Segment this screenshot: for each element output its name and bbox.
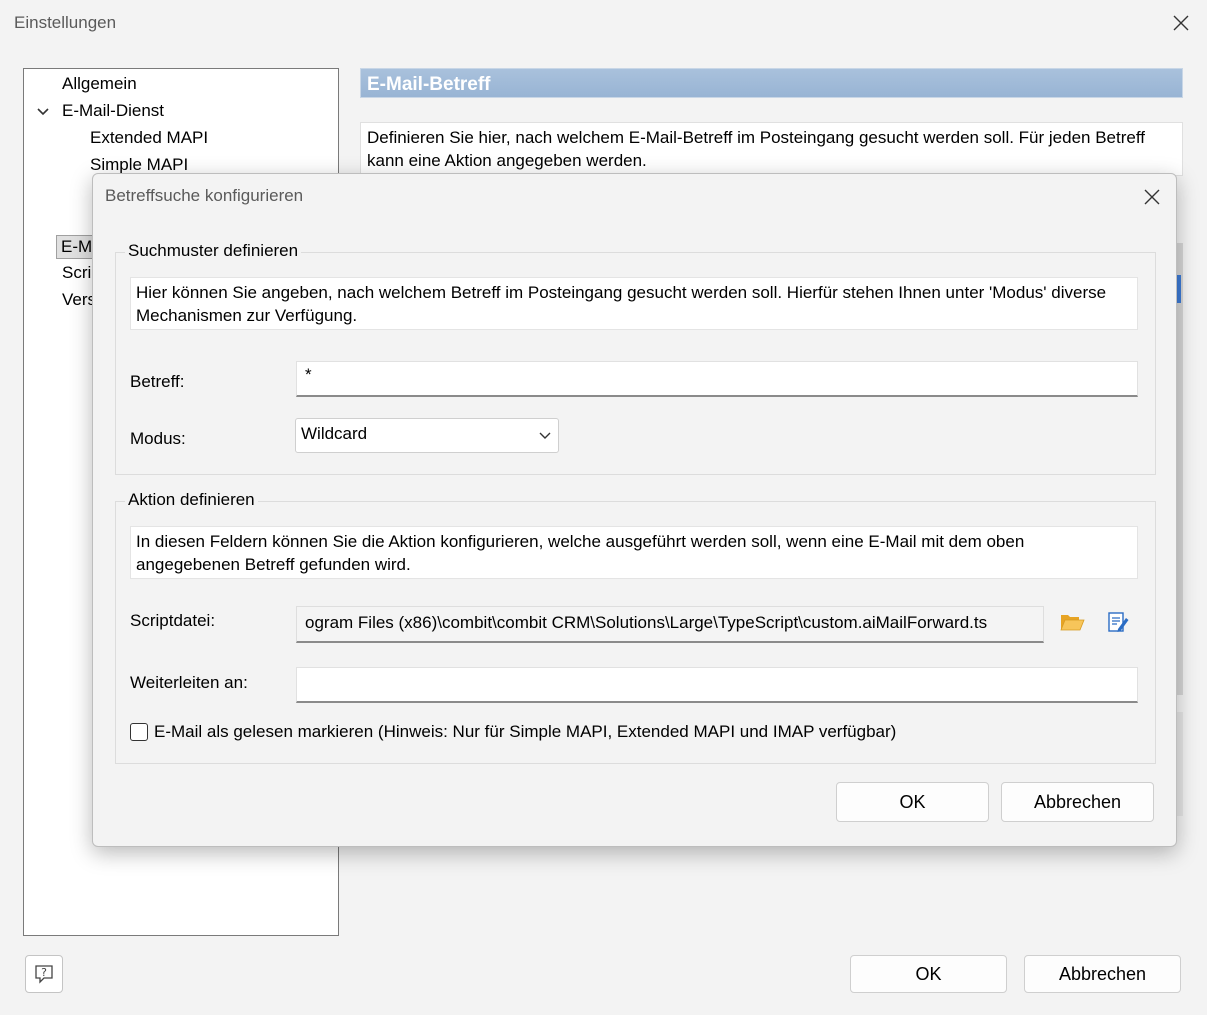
section-header-text: E-Mail-Betreff bbox=[367, 74, 491, 95]
chevron-down-icon bbox=[539, 432, 551, 439]
action-group: Aktion definieren In diesen Feldern könn… bbox=[115, 490, 1156, 764]
section-header: E-Mail-Betreff bbox=[360, 68, 1183, 98]
browse-folder-button[interactable] bbox=[1058, 608, 1086, 636]
script-file-label: Scriptdatei: bbox=[130, 611, 216, 630]
mode-select[interactable]: Wildcard bbox=[295, 418, 559, 453]
script-file-input[interactable]: ogram Files (x86)\combit\combit CRM\Solu… bbox=[296, 606, 1044, 643]
tree-item-version[interactable]: Vers bbox=[62, 289, 96, 311]
edit-script-button[interactable] bbox=[1104, 608, 1132, 636]
dialog-cancel-button[interactable]: Abbrechen bbox=[1001, 782, 1154, 822]
subject-label: Betreff: bbox=[130, 372, 185, 391]
background-panel-edge bbox=[1176, 243, 1183, 695]
tree-item-extended-mapi[interactable]: Extended MAPI bbox=[90, 127, 208, 149]
search-pattern-info: Hier können Sie angeben, nach welchem Be… bbox=[130, 277, 1138, 330]
help-icon: ? bbox=[35, 965, 53, 984]
search-pattern-group-title: Suchmuster definieren bbox=[125, 241, 302, 261]
tree-item-script[interactable]: Scri bbox=[62, 262, 91, 284]
section-description: Definieren Sie hier, nach welchem E-Mail… bbox=[360, 122, 1183, 176]
background-panel-edge-lower bbox=[1176, 712, 1183, 816]
script-file-value: ogram Files (x86)\combit\combit CRM\Solu… bbox=[305, 613, 988, 632]
mode-select-value: Wildcard bbox=[301, 424, 368, 443]
edit-script-icon bbox=[1108, 612, 1129, 632]
close-icon[interactable] bbox=[1161, 3, 1201, 43]
subject-search-dialog: Betreffsuche konfigurieren Suchmuster de… bbox=[92, 173, 1177, 847]
mark-read-checkbox[interactable] bbox=[130, 723, 148, 741]
help-button[interactable]: ? bbox=[25, 955, 63, 993]
subject-input[interactable]: * bbox=[296, 361, 1138, 397]
dialog-ok-button[interactable]: OK bbox=[836, 782, 989, 822]
forward-to-input[interactable] bbox=[296, 667, 1138, 703]
title-bar: Einstellungen bbox=[0, 0, 1207, 46]
forward-to-label: Weiterleiten an: bbox=[130, 673, 248, 692]
folder-open-icon bbox=[1060, 615, 1085, 631]
search-pattern-group: Suchmuster definieren Hier können Sie an… bbox=[115, 241, 1156, 475]
tree-item-email-dienst[interactable]: E-Mail-Dienst bbox=[62, 100, 164, 122]
window-title: Einstellungen bbox=[14, 13, 117, 32]
dialog-close-icon[interactable] bbox=[1132, 177, 1172, 217]
mark-read-label[interactable]: E-Mail als gelesen markieren (Hinweis: N… bbox=[154, 722, 896, 742]
tree-item-email-betreff[interactable]: E-M bbox=[56, 235, 98, 259]
main-ok-button[interactable]: OK bbox=[850, 955, 1007, 993]
action-info: In diesen Feldern können Sie die Aktion … bbox=[130, 526, 1138, 579]
action-group-title: Aktion definieren bbox=[125, 490, 258, 510]
svg-text:?: ? bbox=[41, 966, 47, 979]
dialog-title: Betreffsuche konfigurieren bbox=[105, 186, 304, 205]
chevron-down-icon[interactable] bbox=[36, 105, 50, 119]
tree-item-allgemein[interactable]: Allgemein bbox=[62, 73, 137, 95]
main-cancel-button[interactable]: Abbrechen bbox=[1024, 955, 1181, 993]
mode-label: Modus: bbox=[130, 429, 186, 448]
